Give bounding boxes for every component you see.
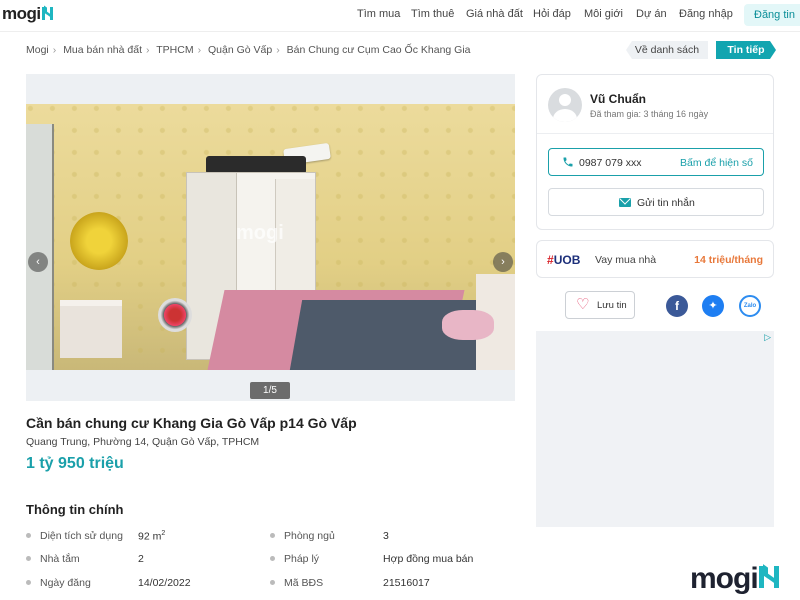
show-phone-button[interactable]: 0987 079 xxx Bấm để hiện số bbox=[548, 148, 764, 176]
zalo-share-icon[interactable]: Zalo bbox=[739, 295, 761, 317]
post-listing-button[interactable]: Đăng tin bbox=[744, 4, 800, 26]
top-navigation-bar: mogi Tìm mua Tìm thuê Giá nhà đất Hỏi đá… bbox=[0, 0, 800, 32]
breadcrumb-project[interactable]: Bán Chung cư Cụm Cao Ốc Khang Gia bbox=[287, 44, 471, 56]
info-label-posted-date: Ngày đăng bbox=[26, 577, 91, 589]
info-value-listing-id: 21516017 bbox=[383, 577, 430, 589]
agent-joined: Đã tham gia: 3 tháng 16 ngày bbox=[590, 109, 709, 119]
info-value-legal: Hợp đồng mua bán bbox=[383, 553, 474, 565]
phone-number: 0987 079 xxx bbox=[579, 157, 642, 169]
logo-mark-icon bbox=[758, 564, 779, 588]
info-label-listing-id: Mã BĐS bbox=[270, 577, 323, 589]
breadcrumb-separator: › bbox=[146, 44, 150, 56]
agent-card: Vũ Chuẩn Đã tham gia: 3 tháng 16 ngày 09… bbox=[536, 74, 774, 230]
loan-offer[interactable]: #UOB Vay mua nhà 14 triệu/tháng bbox=[536, 240, 774, 278]
phone-icon bbox=[563, 157, 573, 167]
save-listing-button[interactable]: ♡ Lưu tin bbox=[565, 291, 635, 319]
avatar[interactable] bbox=[548, 88, 582, 122]
breadcrumb-district[interactable]: Quận Gò Vấp bbox=[208, 44, 272, 56]
info-label-bedrooms: Phòng ngủ bbox=[270, 530, 335, 542]
info-value-area: 92 m2 bbox=[138, 530, 166, 543]
main-info-heading: Thông tin chính bbox=[26, 502, 124, 517]
save-listing-label: Lưu tin bbox=[597, 300, 627, 311]
nav-prices[interactable]: Giá nhà đất bbox=[466, 8, 523, 20]
breadcrumb-separator: › bbox=[52, 44, 57, 56]
info-value-posted-date: 14/02/2022 bbox=[138, 577, 191, 589]
info-label-area: Diện tích sử dụng bbox=[26, 530, 123, 542]
nav-brokers[interactable]: Môi giới bbox=[584, 8, 623, 20]
listing-title: Cần bán chung cư Khang Gia Gò Vấp p14 Gò… bbox=[26, 415, 357, 431]
mail-icon bbox=[619, 198, 631, 207]
nav-projects[interactable]: Dự án bbox=[636, 8, 667, 20]
listing-price: 1 tỷ 950 triệu bbox=[26, 455, 124, 472]
prev-photo-arrow-icon[interactable]: ‹ bbox=[28, 252, 48, 272]
nav-qa[interactable]: Hỏi đáp bbox=[533, 8, 571, 20]
uob-logo: #UOB bbox=[547, 253, 581, 267]
info-value-bathrooms: 2 bbox=[138, 553, 144, 565]
photo-counter: 1/5 bbox=[250, 382, 290, 399]
send-message-button[interactable]: Gửi tin nhắn bbox=[548, 188, 764, 216]
breadcrumb-separator: › bbox=[197, 44, 202, 56]
fan bbox=[158, 298, 192, 332]
logo-mark-icon bbox=[41, 5, 53, 20]
info-label-legal: Pháp lý bbox=[270, 553, 319, 565]
advertisement[interactable]: ▷ bbox=[536, 331, 774, 527]
nav-rent[interactable]: Tìm thuê bbox=[411, 8, 454, 20]
heart-icon: ♡ bbox=[576, 296, 590, 313]
send-message-label: Gửi tin nhắn bbox=[637, 197, 695, 209]
logo-text: mogi bbox=[2, 4, 41, 23]
back-to-list-button[interactable]: Về danh sách bbox=[626, 41, 708, 59]
breadcrumb-separator: › bbox=[276, 44, 280, 56]
loan-text: Vay mua nhà bbox=[595, 254, 657, 266]
divider bbox=[537, 133, 773, 134]
breadcrumb-home[interactable]: Mogi bbox=[26, 44, 49, 56]
photo-watermark: mogi bbox=[236, 222, 284, 244]
facebook-share-icon[interactable]: f bbox=[666, 295, 688, 317]
nav-buy[interactable]: Tìm mua bbox=[357, 8, 400, 20]
reveal-phone-link[interactable]: Bấm để hiện số bbox=[680, 157, 753, 169]
photo-gallery: mogi ‹ › bbox=[26, 74, 515, 401]
mogi-logo[interactable]: mogi bbox=[2, 4, 53, 24]
breadcrumb-city[interactable]: TPHCM bbox=[156, 44, 193, 56]
breadcrumb: Mogi › Mua bán nhà đất › TPHCM › Quận Gò Vấ… bbox=[26, 44, 471, 56]
next-photo-arrow-icon[interactable]: › bbox=[493, 252, 513, 272]
listing-photo[interactable]: mogi ‹ › bbox=[26, 104, 515, 370]
ad-choices-icon[interactable]: ▷ bbox=[764, 332, 771, 343]
info-value-bedrooms: 3 bbox=[383, 530, 389, 542]
loan-monthly-rate: 14 triệu/tháng bbox=[694, 254, 763, 266]
next-listing-button[interactable]: Tin tiếp bbox=[716, 41, 776, 59]
mogi-watermark-logo: mogi bbox=[690, 562, 779, 596]
messenger-share-icon[interactable]: ✦ bbox=[702, 295, 724, 317]
info-label-bathrooms: Nhà tắm bbox=[26, 553, 80, 565]
agent-name[interactable]: Vũ Chuẩn bbox=[590, 92, 646, 106]
breadcrumb-category[interactable]: Mua bán nhà đất bbox=[63, 44, 142, 56]
nav-login[interactable]: Đăng nhập bbox=[679, 8, 733, 20]
listing-address: Quang Trung, Phường 14, Quận Gò Vấp, TPH… bbox=[26, 436, 260, 448]
